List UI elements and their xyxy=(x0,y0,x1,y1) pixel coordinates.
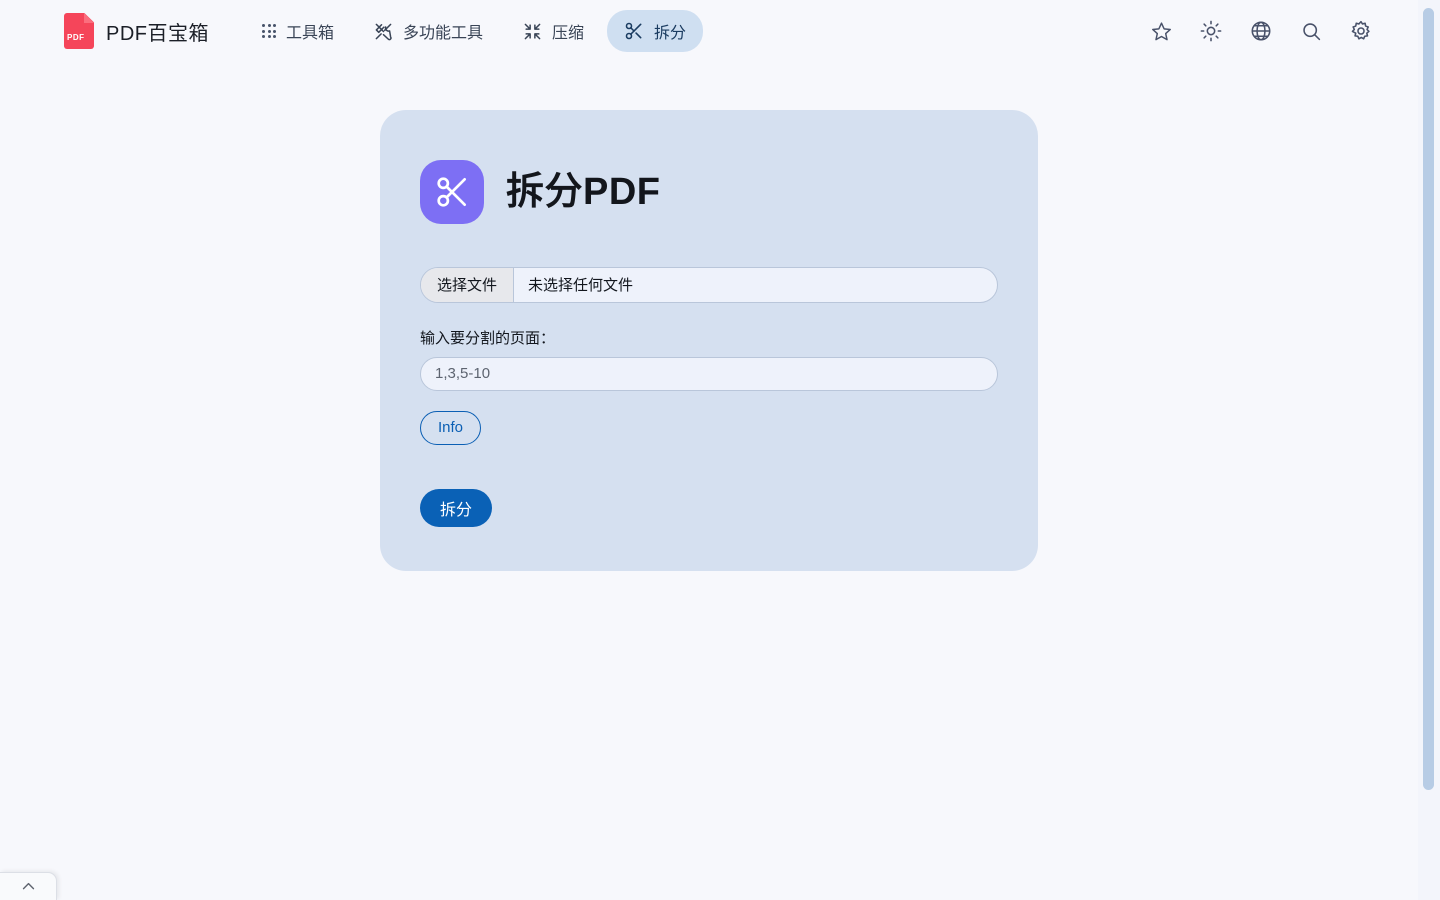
scrollbar-thumb[interactable] xyxy=(1423,8,1434,790)
compress-icon xyxy=(523,22,542,41)
brand-logo[interactable]: PDF PDF百宝箱 xyxy=(64,13,209,49)
theme-sun-icon[interactable] xyxy=(1198,18,1224,44)
nav-item-compress[interactable]: 压缩 xyxy=(506,10,601,52)
grid-dots-icon xyxy=(262,24,276,38)
tools-icon xyxy=(374,22,393,41)
page-scrollbar[interactable] xyxy=(1418,0,1440,900)
chevron-up-icon xyxy=(20,878,37,895)
nav-item-toolbox[interactable]: 工具箱 xyxy=(245,10,351,52)
nav-item-label: 工具箱 xyxy=(286,25,335,42)
pdf-file-icon: PDF xyxy=(64,13,94,49)
pages-input[interactable] xyxy=(420,356,998,391)
nav-item-multitool[interactable]: 多功能工具 xyxy=(357,10,500,52)
main-content: 拆分PDF 选择文件 未选择任何文件 输入要分割的页面： Info 拆分 xyxy=(0,62,1418,900)
settings-gear-icon[interactable] xyxy=(1348,18,1374,44)
brand-name: PDF百宝箱 xyxy=(106,22,209,45)
page-title: 拆分PDF xyxy=(506,171,661,214)
favorite-icon[interactable] xyxy=(1148,18,1174,44)
info-button[interactable]: Info xyxy=(420,410,482,445)
scissors-icon xyxy=(420,160,484,225)
app-header: PDF PDF百宝箱 工具箱 多功能工具 压缩 拆分 xyxy=(0,0,1418,62)
choose-file-button[interactable]: 选择文件 xyxy=(421,267,515,302)
nav-item-split[interactable]: 拆分 xyxy=(607,10,704,52)
nav-item-label: 多功能工具 xyxy=(403,25,484,42)
main-nav: 工具箱 多功能工具 压缩 拆分 xyxy=(245,10,704,52)
scissors-icon xyxy=(624,21,644,41)
nav-item-label: 拆分 xyxy=(654,25,687,42)
language-globe-icon[interactable] xyxy=(1248,18,1274,44)
header-actions xyxy=(1148,18,1402,44)
pdf-logo-label: PDF xyxy=(67,33,85,42)
file-status-text: 未选择任何文件 xyxy=(528,277,634,295)
search-icon[interactable] xyxy=(1298,18,1324,44)
nav-item-label: 压缩 xyxy=(552,25,585,42)
card-header: 拆分PDF xyxy=(420,148,998,237)
file-picker[interactable]: 选择文件 未选择任何文件 xyxy=(420,266,998,303)
expand-panel-tab[interactable] xyxy=(0,872,57,900)
pages-field-label: 输入要分割的页面： xyxy=(420,329,556,347)
split-pdf-card: 拆分PDF 选择文件 未选择任何文件 输入要分割的页面： Info 拆分 xyxy=(380,110,1038,571)
split-button[interactable]: 拆分 xyxy=(420,488,493,527)
